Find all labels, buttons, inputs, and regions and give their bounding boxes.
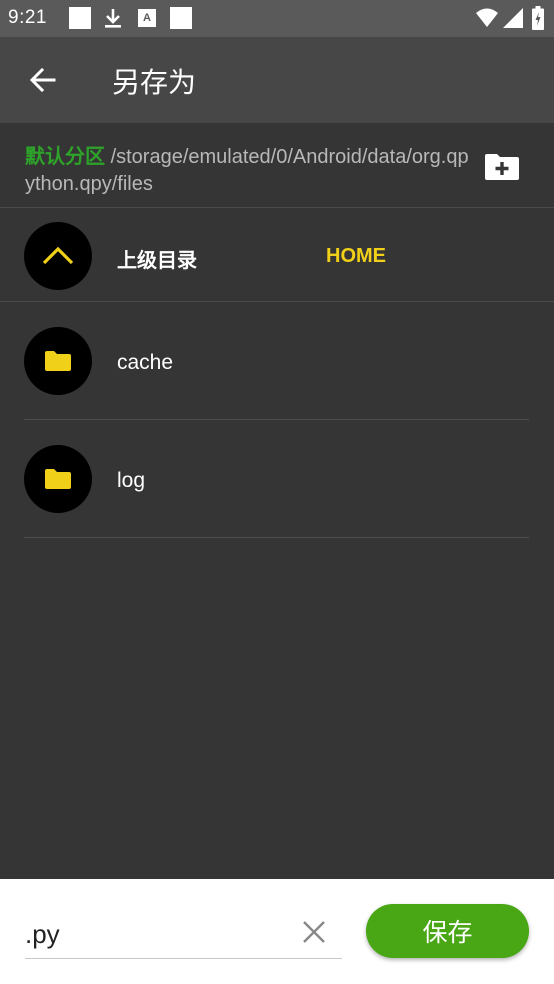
wifi-icon (476, 8, 498, 27)
folder-circle (24, 445, 92, 513)
status-bar: 9:21 A (0, 0, 554, 37)
folder-row-log[interactable]: log (0, 420, 554, 538)
chevron-up-icon (42, 246, 74, 265)
filename-field (25, 909, 342, 959)
close-icon[interactable] (302, 920, 326, 944)
cell-signal-icon (503, 8, 523, 28)
partition-label[interactable]: 默认分区 (25, 144, 105, 168)
status-time: 9:21 (8, 7, 47, 28)
folder-circle (24, 327, 92, 395)
parent-directory-label: 上级目录 (117, 248, 197, 272)
save-button[interactable]: 保存 (366, 904, 529, 958)
page-title: 另存为 (112, 66, 197, 99)
parent-directory-row[interactable]: 上级目录 HOME (0, 209, 554, 302)
home-button[interactable]: HOME (326, 245, 386, 268)
folder-row-cache[interactable]: cache (0, 302, 554, 420)
parent-circle (24, 222, 92, 290)
a-icon: A (138, 9, 156, 27)
folder-icon (45, 469, 71, 489)
divider (24, 537, 529, 538)
app-bar: 另存为 (0, 37, 554, 123)
notification-square-icon (170, 7, 192, 29)
folder-name: log (117, 469, 146, 492)
battery-icon (532, 6, 544, 30)
current-path: 默认分区 /storage/emulated/0/Android/data/or… (25, 143, 470, 198)
path-bar: 默认分区 /storage/emulated/0/Android/data/or… (0, 123, 554, 208)
folder-icon (45, 351, 71, 371)
save-bar: 保存 (0, 879, 554, 984)
folder-name: cache (117, 351, 174, 374)
notification-square-icon (69, 7, 91, 29)
new-folder-icon[interactable] (485, 152, 519, 180)
arrow-left-icon[interactable] (26, 63, 60, 97)
download-icon (105, 9, 121, 28)
filename-input[interactable] (25, 917, 285, 951)
